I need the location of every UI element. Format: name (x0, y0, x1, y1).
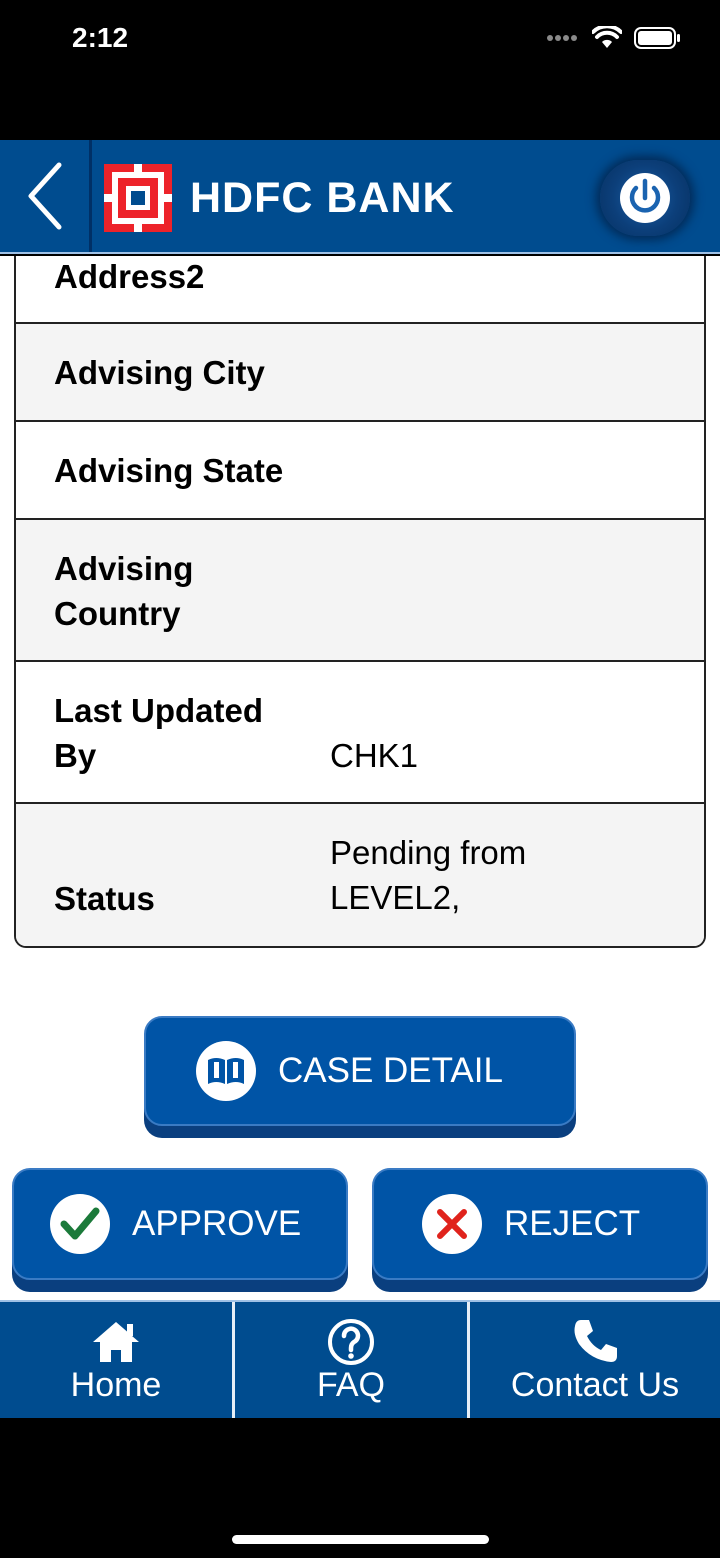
nav-item-faq[interactable]: FAQ (235, 1302, 467, 1418)
status-icons (546, 26, 682, 50)
wifi-icon (592, 26, 622, 48)
row-label: Advising City (54, 354, 265, 391)
table-row-advising-country: Advising Country (16, 520, 704, 662)
book-icon (196, 1041, 256, 1101)
row-value: Pending from LEVEL2, (330, 834, 527, 916)
home-indicator[interactable] (232, 1535, 489, 1544)
table-row-advising-state: Advising State (16, 422, 704, 520)
screen: 2:12 HDFC BANK Address2 Advising City Ad… (0, 0, 720, 1558)
hdfc-logo-icon (104, 164, 172, 232)
phone-icon (574, 1320, 617, 1362)
content-area: Address2 Advising City Advising State Ad… (0, 256, 720, 1300)
table-row-address2: Address2 (16, 256, 704, 324)
row-label: Advising State (54, 452, 284, 489)
row-label: Status (54, 880, 155, 917)
status-time: 2:12 (72, 22, 129, 53)
approve-label: APPROVE (132, 1204, 302, 1243)
reject-button[interactable]: REJECT (372, 1168, 708, 1280)
row-value: CHK1 (330, 737, 419, 774)
approve-button[interactable]: APPROVE (12, 1168, 348, 1280)
app-header: HDFC BANK (0, 140, 720, 254)
reject-label: REJECT (504, 1204, 641, 1243)
table-row-advising-city: Advising City (16, 324, 704, 422)
back-button[interactable] (0, 140, 92, 252)
row-label: Advising Country (54, 550, 194, 632)
cellular-signal-icon (547, 35, 577, 41)
case-detail-label: CASE DETAIL (278, 1051, 503, 1090)
details-table: Address2 Advising City Advising State Ad… (14, 256, 706, 948)
nav-item-home[interactable]: Home (0, 1302, 232, 1418)
bank-logo: HDFC BANK (104, 164, 455, 232)
table-row-status: Status Pending from LEVEL2, (16, 804, 704, 946)
nav-home-label: Home (70, 1366, 162, 1404)
table-row-last-updated-by: Last Updated By CHK1 (16, 662, 704, 804)
case-detail-button[interactable]: CASE DETAIL (144, 1016, 576, 1126)
checkmark-icon (50, 1194, 110, 1254)
nav-contact-label: Contact Us (510, 1366, 680, 1404)
power-icon (620, 173, 670, 223)
chevron-left-icon (28, 162, 61, 230)
status-bar: 2:12 (0, 0, 720, 80)
battery-icon (634, 27, 680, 49)
close-icon (422, 1194, 482, 1254)
help-icon (328, 1319, 374, 1365)
bottom-nav: Home FAQ Contact Us (0, 1300, 720, 1418)
logout-button[interactable] (600, 160, 690, 236)
brand-name: HDFC BANK (190, 173, 455, 222)
row-label: Last Updated By (54, 692, 264, 774)
nav-faq-label: FAQ (316, 1366, 386, 1404)
home-icon (93, 1322, 139, 1362)
row-label: Address2 (54, 258, 205, 295)
nav-item-contact-us[interactable]: Contact Us (470, 1302, 720, 1418)
